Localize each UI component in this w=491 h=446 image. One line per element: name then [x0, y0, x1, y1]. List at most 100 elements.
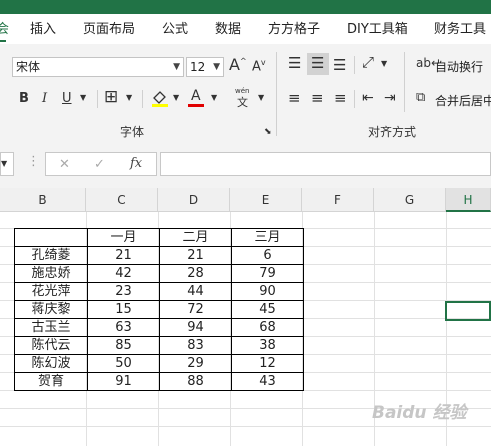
value-cell[interactable]: 88: [159, 372, 232, 391]
align-left-icon[interactable]: ≡: [288, 91, 301, 106]
chevron-down-icon: ▼: [1, 159, 8, 168]
formula-controls: ✕ ✓ fx: [45, 152, 157, 176]
orientation-icon[interactable]: ⤢: [362, 55, 374, 70]
tab-data[interactable]: 数据: [215, 18, 241, 37]
chevron-down-icon[interactable]: ▼: [80, 94, 86, 102]
tab-formulas[interactable]: 公式: [162, 18, 188, 37]
formula-input[interactable]: [160, 152, 491, 176]
column-header-G[interactable]: G: [374, 188, 446, 212]
column-header-B[interactable]: B: [0, 188, 86, 212]
value-cell[interactable]: 83: [159, 336, 232, 355]
name-cell[interactable]: 蒋庆黎: [14, 300, 88, 319]
cancel-icon[interactable]: ✕: [59, 158, 70, 171]
insert-function-icon[interactable]: fx: [130, 157, 142, 170]
tab-fangfang[interactable]: 方方格子: [268, 18, 320, 37]
value-cell[interactable]: 29: [159, 354, 232, 373]
value-cell[interactable]: 50: [87, 354, 160, 373]
increase-indent-icon[interactable]: ⇥: [384, 91, 396, 105]
table-row: 陈幻波 50 29 12: [14, 354, 304, 373]
value-cell[interactable]: 12: [231, 354, 304, 373]
fill-color-button[interactable]: [150, 88, 170, 108]
value-cell[interactable]: 43: [231, 372, 304, 391]
column-header-D[interactable]: D: [158, 188, 230, 212]
italic-button[interactable]: I: [42, 92, 47, 105]
column-header-E[interactable]: E: [230, 188, 302, 212]
value-cell[interactable]: 85: [87, 336, 160, 355]
value-cell[interactable]: 94: [159, 318, 232, 337]
align-top-icon[interactable]: ☰: [288, 56, 301, 71]
value-cell[interactable]: 91: [87, 372, 160, 391]
shrink-font-button[interactable]: Av: [252, 59, 266, 74]
font-size-combo[interactable]: 12 ▼: [186, 57, 224, 77]
wrap-text-button[interactable]: 自动换行: [435, 58, 483, 75]
header-cell[interactable]: 二月: [159, 228, 232, 247]
merge-center-icon[interactable]: ⧉: [416, 91, 425, 104]
name-cell[interactable]: 古玉兰: [14, 318, 88, 337]
more-options-icon[interactable]: ⋮: [27, 155, 40, 168]
column-header-H[interactable]: H: [446, 188, 491, 212]
table-row: 古玉兰 63 94 68: [14, 318, 304, 337]
header-cell[interactable]: 三月: [231, 228, 304, 247]
chevron-down-icon[interactable]: ▼: [173, 94, 179, 102]
font-size-value: 12: [190, 60, 206, 74]
value-cell[interactable]: 90: [231, 282, 304, 301]
tab-insert[interactable]: 插入: [30, 18, 56, 37]
value-cell[interactable]: 42: [87, 264, 160, 283]
value-cell[interactable]: 72: [159, 300, 232, 319]
header-cell[interactable]: [14, 228, 88, 247]
divider: [354, 90, 355, 108]
align-right-icon[interactable]: ≡: [334, 91, 347, 106]
name-cell[interactable]: 陈幻波: [14, 354, 88, 373]
value-cell[interactable]: 79: [231, 264, 304, 283]
enter-icon[interactable]: ✓: [94, 158, 105, 171]
merge-center-button[interactable]: 合并后居中: [435, 92, 491, 109]
dialog-launcher-icon[interactable]: ⬊: [264, 128, 272, 137]
title-bar-strip: [0, 0, 491, 14]
paint-bucket-icon: [152, 91, 168, 107]
tab-home[interactable]: 会: [0, 18, 9, 37]
name-cell[interactable]: 施忠娇: [14, 264, 88, 283]
gridline: [0, 426, 491, 427]
value-cell[interactable]: 44: [159, 282, 232, 301]
decrease-indent-icon[interactable]: ⇤: [362, 91, 374, 105]
align-center-icon[interactable]: ≡: [311, 91, 324, 106]
underline-button[interactable]: U: [62, 92, 72, 105]
font-color-button[interactable]: A: [186, 88, 206, 108]
value-cell[interactable]: 68: [231, 318, 304, 337]
table-row: 施忠娇 42 28 79: [14, 264, 304, 283]
tab-finance-tools[interactable]: 财务工具: [434, 18, 486, 37]
selected-cell[interactable]: [445, 301, 491, 321]
font-name-combo[interactable]: 宋体 ▼: [12, 57, 184, 77]
name-cell[interactable]: 陈代云: [14, 336, 88, 355]
value-cell[interactable]: 28: [159, 264, 232, 283]
value-cell[interactable]: 63: [87, 318, 160, 337]
value-cell[interactable]: 21: [87, 246, 160, 265]
align-middle-button[interactable]: ☰: [307, 53, 329, 75]
name-box[interactable]: ▼: [0, 152, 14, 176]
grow-font-button[interactable]: A^: [229, 57, 247, 73]
value-cell[interactable]: 23: [87, 282, 160, 301]
chevron-down-icon[interactable]: ▼: [126, 94, 132, 102]
worksheet-grid[interactable]: B C D E F G H 一月 二月 三月 孔绮菱 21 21 6 施忠娇 4…: [0, 188, 491, 446]
bold-button[interactable]: B: [19, 92, 29, 105]
value-cell[interactable]: 21: [159, 246, 232, 265]
value-cell[interactable]: 15: [87, 300, 160, 319]
chevron-down-icon[interactable]: ▼: [211, 94, 217, 102]
column-header-C[interactable]: C: [86, 188, 158, 212]
column-header-F[interactable]: F: [302, 188, 374, 212]
table-row: 花光萍 23 44 90: [14, 282, 304, 301]
chevron-down-icon[interactable]: ▼: [258, 94, 264, 102]
tab-diy-toolbox[interactable]: DIY工具箱: [347, 18, 408, 37]
name-cell[interactable]: 花光萍: [14, 282, 88, 301]
align-bottom-icon[interactable]: ☰: [333, 58, 346, 73]
border-icon[interactable]: ⊞: [104, 89, 118, 106]
value-cell[interactable]: 45: [231, 300, 304, 319]
value-cell[interactable]: 6: [231, 246, 304, 265]
value-cell[interactable]: 38: [231, 336, 304, 355]
name-cell[interactable]: 贺育: [14, 372, 88, 391]
tab-page-layout[interactable]: 页面布局: [83, 18, 135, 37]
header-cell[interactable]: 一月: [87, 228, 160, 247]
chevron-down-icon[interactable]: ▼: [381, 60, 387, 68]
name-cell[interactable]: 孔绮菱: [14, 246, 88, 265]
phonetic-button[interactable]: wén 文: [233, 88, 255, 110]
